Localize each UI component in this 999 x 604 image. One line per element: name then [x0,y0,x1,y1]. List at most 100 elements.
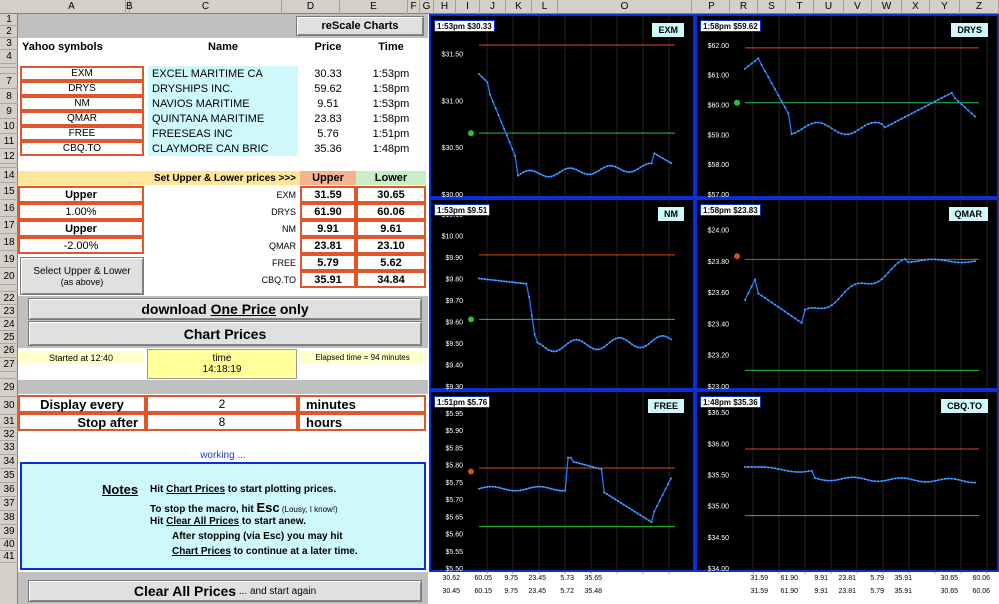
upper-price-input[interactable]: 23.81 [300,237,356,254]
chart-prices-button[interactable]: Chart Prices [28,321,422,346]
price-point [611,164,614,167]
price-point [661,493,664,496]
row-header-33[interactable]: 33 [0,441,18,455]
lower-price-input[interactable]: 60.06 [356,203,426,220]
row-header-14[interactable]: 14 [0,168,18,183]
column-header-j[interactable]: J [480,0,506,14]
row-header-9[interactable]: 9 [0,104,18,119]
row-header-40[interactable]: 40 [0,539,18,551]
rescale-charts-button[interactable]: reScale Charts [296,16,424,36]
row-header-3[interactable]: 3 [0,38,18,50]
price-point [757,292,760,295]
column-header-f[interactable]: F [408,0,420,14]
row-header-8[interactable]: 8 [0,89,18,104]
symbol-cell[interactable]: NM [20,96,144,111]
row-header-37[interactable]: 37 [0,497,18,511]
column-header-l[interactable]: L [532,0,558,14]
column-header-a[interactable]: A [18,0,126,14]
symbol-cell[interactable]: CBQ.TO [20,141,144,156]
lower-price-input[interactable]: 5.62 [356,254,426,271]
chart-exm[interactable]: $31.50 $31.00 $30.50 $30.00 1:53pm $30.33 EXM [429,14,695,200]
row-header-10[interactable]: 10 [0,119,18,134]
column-header-d[interactable]: D [282,0,340,14]
price-point [564,489,567,492]
column-header-i[interactable]: I [456,0,480,14]
symbol-cell[interactable]: DRYS [20,81,144,96]
clear-all-prices-button[interactable]: Clear All Prices ... and start again [28,580,422,602]
column-header-k[interactable]: K [506,0,532,14]
column-header-w[interactable]: W [872,0,902,14]
column-header-e[interactable]: E [340,0,408,14]
row-header-23[interactable]: 23 [0,305,18,318]
row-header-32[interactable]: 32 [0,428,18,441]
row-header-41[interactable]: 41 [0,551,18,563]
row-header-31[interactable]: 31 [0,415,18,428]
row-header-7[interactable]: 7 [0,74,18,89]
display-every-input[interactable]: 2 [146,395,298,413]
row-header-19[interactable]: 19 [0,251,18,268]
upper-price-input[interactable]: 9.91 [300,220,356,237]
row-header-2[interactable]: 2 [0,26,18,38]
column-header-u[interactable]: U [814,0,844,14]
select-upper-lower-button[interactable]: Select Upper & Lower (as above) [20,257,144,295]
upper-price-input[interactable]: 61.90 [300,203,356,220]
row-header-25[interactable]: 25 [0,331,18,344]
chart-nm[interactable]: $10.10$10.00$9.90$9.80$9.70$9.60$9.50$9.… [429,198,695,392]
column-header-r[interactable]: R [730,0,758,14]
row-header-4[interactable]: 4 [0,50,18,64]
row-header-16[interactable]: 16 [0,200,18,217]
column-header-s[interactable]: S [758,0,786,14]
column-header-z[interactable]: Z [960,0,999,14]
symbol-cell[interactable]: EXM [20,66,144,81]
row-header-28[interactable]: 28 [0,372,18,379]
column-header-o[interactable]: O [558,0,692,14]
row-header-26[interactable]: 26 [0,344,18,358]
row-header-39[interactable]: 39 [0,525,18,539]
row-header-24[interactable]: 24 [0,318,18,331]
price-point [533,486,536,489]
row-header-12[interactable]: 12 [0,149,18,164]
row-header-17[interactable]: 17 [0,217,18,234]
upper-pct-input[interactable]: 1.00% [18,203,144,220]
column-header-c[interactable]: C [130,0,282,14]
symbol-cell[interactable]: QMAR [20,111,144,126]
column-header-t[interactable]: T [786,0,814,14]
row-header-35[interactable]: 35 [0,469,18,483]
row-header-36[interactable]: 36 [0,483,18,497]
row-header-18[interactable]: 18 [0,234,18,251]
row-header-1[interactable]: 1 [0,14,18,26]
download-one-price-button[interactable]: download One Price only [28,298,422,320]
row-header-27[interactable]: 27 [0,358,18,372]
row-header-15[interactable]: 15 [0,183,18,200]
row-header-34[interactable]: 34 [0,455,18,469]
chart-cbq-to[interactable]: $36.50 $36.00 $35.50 $35.00 $34.50 $34.00 1:48… [695,390,999,574]
row-header-21[interactable]: 21 [0,285,18,292]
column-header-v[interactable]: V [844,0,872,14]
row-header-38[interactable]: 38 [0,511,18,525]
lower-price-input[interactable]: 30.65 [356,186,426,203]
lower-price-input[interactable]: 23.10 [356,237,426,254]
row-header-29[interactable]: 29 [0,379,18,397]
column-header-g[interactable]: G [420,0,434,14]
upper-price-input[interactable]: 5.79 [300,254,356,271]
column-header-x[interactable]: X [902,0,930,14]
lower-price-input[interactable]: 34.84 [356,271,426,288]
row-header-30[interactable]: 30 [0,397,18,415]
chart-qmar[interactable]: $24.00 $23.80 $23.60 $23.40 $23.20 $23.00 1:58… [695,198,999,392]
upper-price-input[interactable]: 31.59 [300,186,356,203]
upper-price-input[interactable]: 35.91 [300,271,356,288]
chart-free[interactable]: $5.95 $5.90 $5.85 $5.80 $5.75 $5.70 $5.65 $5.60… [429,390,695,574]
column-header-h[interactable]: H [434,0,456,14]
row-header-22[interactable]: 22 [0,292,18,305]
row-header-11[interactable]: 11 [0,134,18,149]
symbol-cell[interactable]: FREE [20,126,144,141]
row-header-20[interactable]: 20 [0,268,18,285]
download-text-c: only [275,301,309,317]
lower-pct-input[interactable]: -2.00% [18,237,144,254]
price-point [847,133,850,136]
lower-price-input[interactable]: 9.61 [356,220,426,237]
chart-drys[interactable]: $62.00 $61.00 $60.00 $59.00 $58.00 $57.00 1:58… [695,14,999,200]
column-header-y[interactable]: Y [930,0,960,14]
column-header-p[interactable]: P [694,0,730,14]
stop-after-input[interactable]: 8 [146,413,298,431]
